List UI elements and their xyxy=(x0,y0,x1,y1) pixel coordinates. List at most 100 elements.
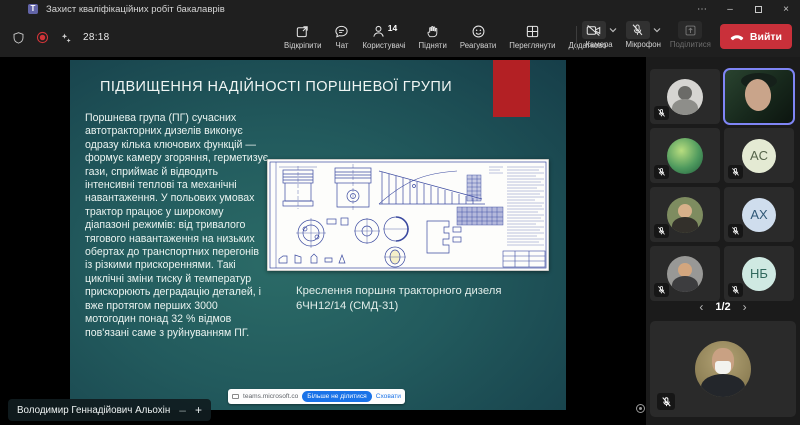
mic-muted-badge xyxy=(654,224,669,238)
page-next-button[interactable]: › xyxy=(743,300,747,314)
page-prev-button[interactable]: ‹ xyxy=(699,300,703,314)
slide-body-text: Поршнева група (ПГ) сучасних автотрактор… xyxy=(85,112,269,340)
teams-logo-icon xyxy=(28,4,38,14)
initials-avatar: НБ xyxy=(742,257,776,291)
leave-button[interactable]: Вийти xyxy=(720,24,792,49)
shield-icon xyxy=(12,31,25,45)
stop-sharing-button[interactable]: Більше не ділитися xyxy=(302,391,371,402)
react-button[interactable]: Реагувати xyxy=(460,22,496,50)
mic-toggle[interactable] xyxy=(626,21,650,39)
chat-label: Чат xyxy=(336,41,349,50)
unpin-icon xyxy=(295,24,310,39)
mic-muted-badge xyxy=(728,283,743,297)
view-label: Переглянути xyxy=(509,41,555,50)
slide-caption: Креслення поршня тракторного дизеля 6ЧН1… xyxy=(296,284,546,314)
mic-off-icon xyxy=(657,226,666,236)
mic-chevron-down-icon[interactable] xyxy=(653,27,661,33)
meeting-toolbar: 28:18 Відкріпити Чат 14 Користувачі Підн… xyxy=(0,18,800,57)
leave-label: Вийти xyxy=(750,31,782,43)
zoom-in-button[interactable]: + xyxy=(195,403,202,417)
people-icon xyxy=(371,24,386,39)
chat-button[interactable]: Чат xyxy=(334,22,349,50)
hide-banner-link[interactable]: Сховати xyxy=(376,393,401,400)
window-minimize-button[interactable]: – xyxy=(716,0,744,18)
presenter-pill: Володимир Геннадійович Альохін – + xyxy=(8,399,211,421)
piston-drawing xyxy=(267,159,549,271)
presentation-slide: ПІДВИЩЕННЯ НАДІЙНОСТІ ПОРШНЕВОЇ ГРУПИ По… xyxy=(70,60,566,410)
mic-muted-badge xyxy=(657,393,675,410)
initials-avatar: AX xyxy=(742,198,776,232)
mic-off-icon xyxy=(657,285,666,295)
camera-toggle[interactable] xyxy=(582,21,606,39)
mic-muted-badge xyxy=(654,106,669,120)
participant-tile[interactable]: AX xyxy=(724,187,794,242)
participant-tile[interactable] xyxy=(650,69,720,124)
screen-share-banner: teams.microsoft.com має доступ до вашого… xyxy=(228,389,405,404)
avatar xyxy=(667,79,703,115)
self-video-tile[interactable] xyxy=(650,321,796,417)
camera-button[interactable]: Камера xyxy=(582,21,617,49)
participant-tile[interactable] xyxy=(650,128,720,183)
toolbar-center-buttons: Відкріпити Чат 14 Користувачі Підняти Ре… xyxy=(284,22,607,50)
mic-off-icon xyxy=(661,396,672,408)
self-avatar xyxy=(695,341,751,397)
meeting-status-cluster: 28:18 xyxy=(12,18,110,57)
screen-control-icon[interactable] xyxy=(636,404,645,413)
mic-label: Мікрофон xyxy=(626,40,661,49)
share-toggle xyxy=(678,21,702,39)
mic-off-icon xyxy=(731,226,740,236)
window-maximize-button[interactable] xyxy=(744,0,772,18)
grid-view-icon xyxy=(525,24,540,39)
participant-tile[interactable] xyxy=(650,187,720,242)
unpin-button[interactable]: Відкріпити xyxy=(284,22,321,50)
maximize-icon xyxy=(755,6,762,13)
participant-tile[interactable]: AC xyxy=(724,128,794,183)
mic-muted-badge xyxy=(728,224,743,238)
zoom-out-button[interactable]: – xyxy=(179,403,186,417)
mic-muted-badge xyxy=(654,283,669,297)
raise-hand-label: Підняти xyxy=(419,41,447,50)
mic-muted-badge xyxy=(728,165,743,179)
meeting-timer: 28:18 xyxy=(83,32,110,43)
page-indicator: 1/2 xyxy=(715,301,730,313)
participant-tile[interactable]: НБ xyxy=(724,246,794,301)
view-button[interactable]: Переглянути xyxy=(509,22,555,50)
avatar xyxy=(667,138,703,174)
avatar xyxy=(667,197,703,233)
window-close-button[interactable]: × xyxy=(772,0,800,18)
participants-sidebar: AC AX НБ ‹ 1/2 › xyxy=(646,57,800,425)
participants-count-badge: 14 xyxy=(388,23,397,33)
slide-title: ПІДВИЩЕННЯ НАДІЙНОСТІ ПОРШНЕВОЇ ГРУПИ xyxy=(100,79,520,95)
presenter-name: Володимир Геннадійович Альохін xyxy=(17,405,170,416)
mic-off-icon xyxy=(731,167,740,177)
mic-off-icon xyxy=(631,23,644,37)
unpin-label: Відкріпити xyxy=(284,41,321,50)
mic-muted-badge xyxy=(654,165,669,179)
chat-icon xyxy=(334,24,349,39)
monitor-icon xyxy=(232,394,239,399)
participant-tile[interactable] xyxy=(650,246,720,301)
window-titlebar: Захист кваліфікаційних робіт бакалаврів … xyxy=(0,0,800,18)
camera-chevron-down-icon[interactable] xyxy=(609,27,617,33)
smiley-icon xyxy=(471,24,486,39)
mic-button[interactable]: Мікрофон xyxy=(626,21,661,49)
shared-screen-stage: ПІДВИЩЕННЯ НАДІЙНОСТІ ПОРШНЕВОЇ ГРУПИ По… xyxy=(0,57,646,425)
toolbar-separator xyxy=(576,26,577,50)
camera-label: Камера xyxy=(585,40,612,49)
react-label: Реагувати xyxy=(460,41,496,50)
participants-button[interactable]: 14 Користувачі xyxy=(362,22,405,50)
initials-avatar: AC xyxy=(742,139,776,173)
mic-off-icon xyxy=(657,167,666,177)
share-banner-text: teams.microsoft.com має доступ до вашого… xyxy=(243,393,298,400)
share-button: Поділитися xyxy=(670,21,711,49)
raise-hand-button[interactable]: Підняти xyxy=(419,22,447,50)
participants-pagination: ‹ 1/2 › xyxy=(646,300,800,314)
raise-hand-icon xyxy=(425,24,440,39)
camera-off-icon xyxy=(586,24,601,37)
hangup-icon xyxy=(730,32,744,41)
window-more-button[interactable]: ⋯ xyxy=(688,0,716,18)
active-speaker-tile[interactable] xyxy=(724,69,794,124)
recording-icon xyxy=(36,31,49,44)
window-title: Захист кваліфікаційних робіт бакалаврів xyxy=(46,4,225,15)
participants-label: Користувачі xyxy=(362,41,405,50)
